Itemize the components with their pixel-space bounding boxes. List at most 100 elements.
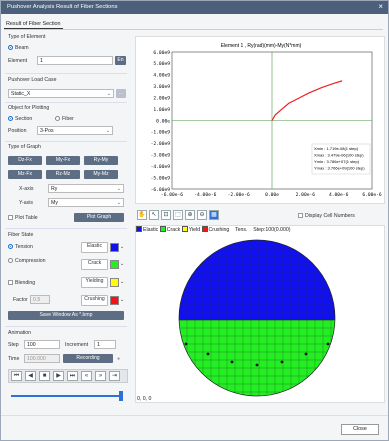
element-label: Element [8, 58, 28, 64]
select-icon[interactable]: ↖ [149, 210, 159, 220]
fiber-legend: Elastic Crack Yield Crushing Tens. Step:… [136, 226, 290, 235]
chevron-down-icon[interactable]: ⌄ [120, 261, 124, 267]
chevron-down-icon: ⌄ [105, 128, 110, 134]
time-input[interactable]: 100.000 [24, 354, 60, 363]
factor-input[interactable]: 0.5 [30, 295, 50, 304]
rewind-icon[interactable]: « [81, 371, 92, 381]
crack-color-swatch[interactable] [110, 260, 119, 269]
crushing-button[interactable]: Crushing [81, 295, 108, 306]
rebar-fiber [326, 342, 330, 346]
last-frame-icon[interactable]: ⏭ [67, 371, 78, 381]
tension-radio[interactable]: Tension [8, 244, 33, 250]
prev-frame-icon[interactable]: ◀ [25, 371, 36, 381]
divider [5, 141, 127, 142]
animation-slider[interactable] [11, 389, 123, 403]
element-input[interactable]: 1 [37, 56, 113, 65]
step-input[interactable]: 100 [24, 340, 60, 349]
stats-text: Xmin : 1.719e-08(1 step) [314, 146, 359, 151]
rebar-fiber [280, 360, 284, 364]
graph-my-mz-button[interactable]: My-Mz [84, 170, 118, 179]
legend-crushing: Crushing [208, 227, 230, 233]
close-icon[interactable]: × [378, 2, 383, 11]
recording-button[interactable]: Recording [63, 354, 113, 363]
x-tick-label: 6.00e-6 [362, 192, 382, 198]
forward-icon[interactable]: » [95, 371, 106, 381]
load-case-header: Pushover Load Case [8, 77, 57, 83]
y-tick-label: -3.00e9 [151, 153, 171, 159]
time-label: Time [8, 356, 20, 362]
chevron-down-icon[interactable]: ⌄ [120, 297, 124, 303]
crushing-color-swatch[interactable] [110, 296, 119, 305]
position-select[interactable]: 3-Pos ⌄ [37, 126, 113, 135]
tab-result-of-fiber-section[interactable]: Result of Fiber Section [4, 20, 63, 29]
elastic-color-swatch[interactable] [110, 243, 119, 252]
chevron-down-icon: ⌄ [116, 186, 121, 192]
animation-controls: ⏮ ◀ ■ ▶ ⏭ « » ⇥ [8, 369, 128, 383]
crack-button[interactable]: Crack [81, 259, 108, 270]
section-radio[interactable]: Section [8, 116, 32, 122]
load-case-select[interactable]: Static_X ⌄ [8, 89, 114, 98]
recording-indicator-icon: ● [117, 356, 121, 362]
y-axis-label: Y-axis [19, 200, 33, 206]
save-window-button[interactable]: Save Window As *.bmp [8, 311, 124, 320]
graph-dz-fx-button[interactable]: Dz-Fx [8, 156, 42, 165]
data-point [333, 82, 335, 84]
zoom-in-icon[interactable]: ⊕ [185, 210, 195, 220]
pan-icon[interactable]: ✋ [137, 210, 147, 220]
x-tick-label: -4.00e-6 [194, 192, 216, 198]
animation-header: Animation [8, 330, 32, 336]
legend-yield-swatch [181, 226, 188, 232]
yielding-color-swatch[interactable] [110, 278, 119, 287]
x-axis-select[interactable]: Ry ⌄ [48, 184, 124, 193]
increment-input[interactable]: 1 [94, 340, 116, 349]
y-tick-label: 3.00e9 [153, 84, 170, 90]
checkbox-icon [8, 280, 13, 285]
cursor-coordinate: 0, 0, 0 [137, 396, 152, 402]
graph-ry-my-button[interactable]: Ry-My [84, 156, 118, 165]
end-icon[interactable]: ⇥ [109, 371, 120, 381]
radio-icon [8, 258, 13, 263]
zoom-out-icon[interactable]: ⊖ [197, 210, 207, 220]
plot-table-checkbox[interactable]: Plot Table [8, 215, 38, 221]
elastic-button[interactable]: Elastic [81, 242, 108, 253]
slider-track [11, 395, 123, 397]
y-axis-select[interactable]: My ⌄ [48, 198, 124, 207]
radio-icon [8, 244, 13, 249]
graph-mz-fx-button[interactable]: Mz-Fx [8, 170, 42, 179]
graph-my-fx-button[interactable]: My-Fx [46, 156, 80, 165]
first-frame-icon[interactable]: ⏮ [11, 371, 22, 381]
moment-rotation-chart: Element 1 , Ry(rad)(mm)-My(N*mm) 6.00e9 5.… [135, 36, 385, 204]
x-axis-label: X-axis [19, 186, 34, 192]
window-title: Pushover Analysis Result of Fiber Sectio… [7, 4, 118, 10]
fiber-radio[interactable]: Fiber [55, 116, 74, 122]
legend-elastic-swatch [136, 226, 142, 232]
display-cell-numbers-checkbox[interactable]: Display Cell Numbers [298, 213, 355, 219]
next-frame-icon[interactable]: ▶ [53, 371, 64, 381]
en-button[interactable]: En [115, 56, 126, 65]
graph-rz-mz-button[interactable]: Rz-Mz [46, 170, 80, 179]
close-button[interactable]: Close [341, 424, 379, 435]
checkbox-icon [298, 213, 303, 218]
divider [5, 73, 127, 74]
data-point [298, 97, 300, 99]
zoom-window-icon[interactable]: ⬚ [173, 210, 183, 220]
compression-radio[interactable]: Compression [8, 258, 46, 264]
data-point [274, 114, 276, 116]
chevron-down-icon[interactable]: ⌄ [120, 279, 124, 285]
stop-icon[interactable]: ■ [39, 371, 50, 381]
type-of-graph-header: Type of Graph [8, 144, 41, 150]
y-tick-label: 6.00e9 [153, 50, 170, 56]
plot-graph-button[interactable]: Plot Graph [74, 213, 124, 222]
legend-crack: Crack [166, 227, 181, 233]
load-case-more-button[interactable]: … [116, 89, 126, 98]
y-tick-label: 0.00e [156, 118, 170, 124]
chevron-down-icon[interactable]: ⌄ [120, 244, 124, 250]
x-tick-label: 4.00e-6 [329, 192, 349, 198]
grid-icon[interactable]: ▦ [209, 210, 219, 220]
beam-radio[interactable]: Beam [8, 45, 29, 51]
blending-checkbox[interactable]: Blending [8, 280, 35, 286]
fit-icon[interactable]: ⊡ [161, 210, 171, 220]
y-tick-label: -6.00e9 [151, 187, 171, 193]
slider-thumb[interactable] [119, 391, 123, 401]
yielding-button[interactable]: Yielding [81, 277, 108, 288]
